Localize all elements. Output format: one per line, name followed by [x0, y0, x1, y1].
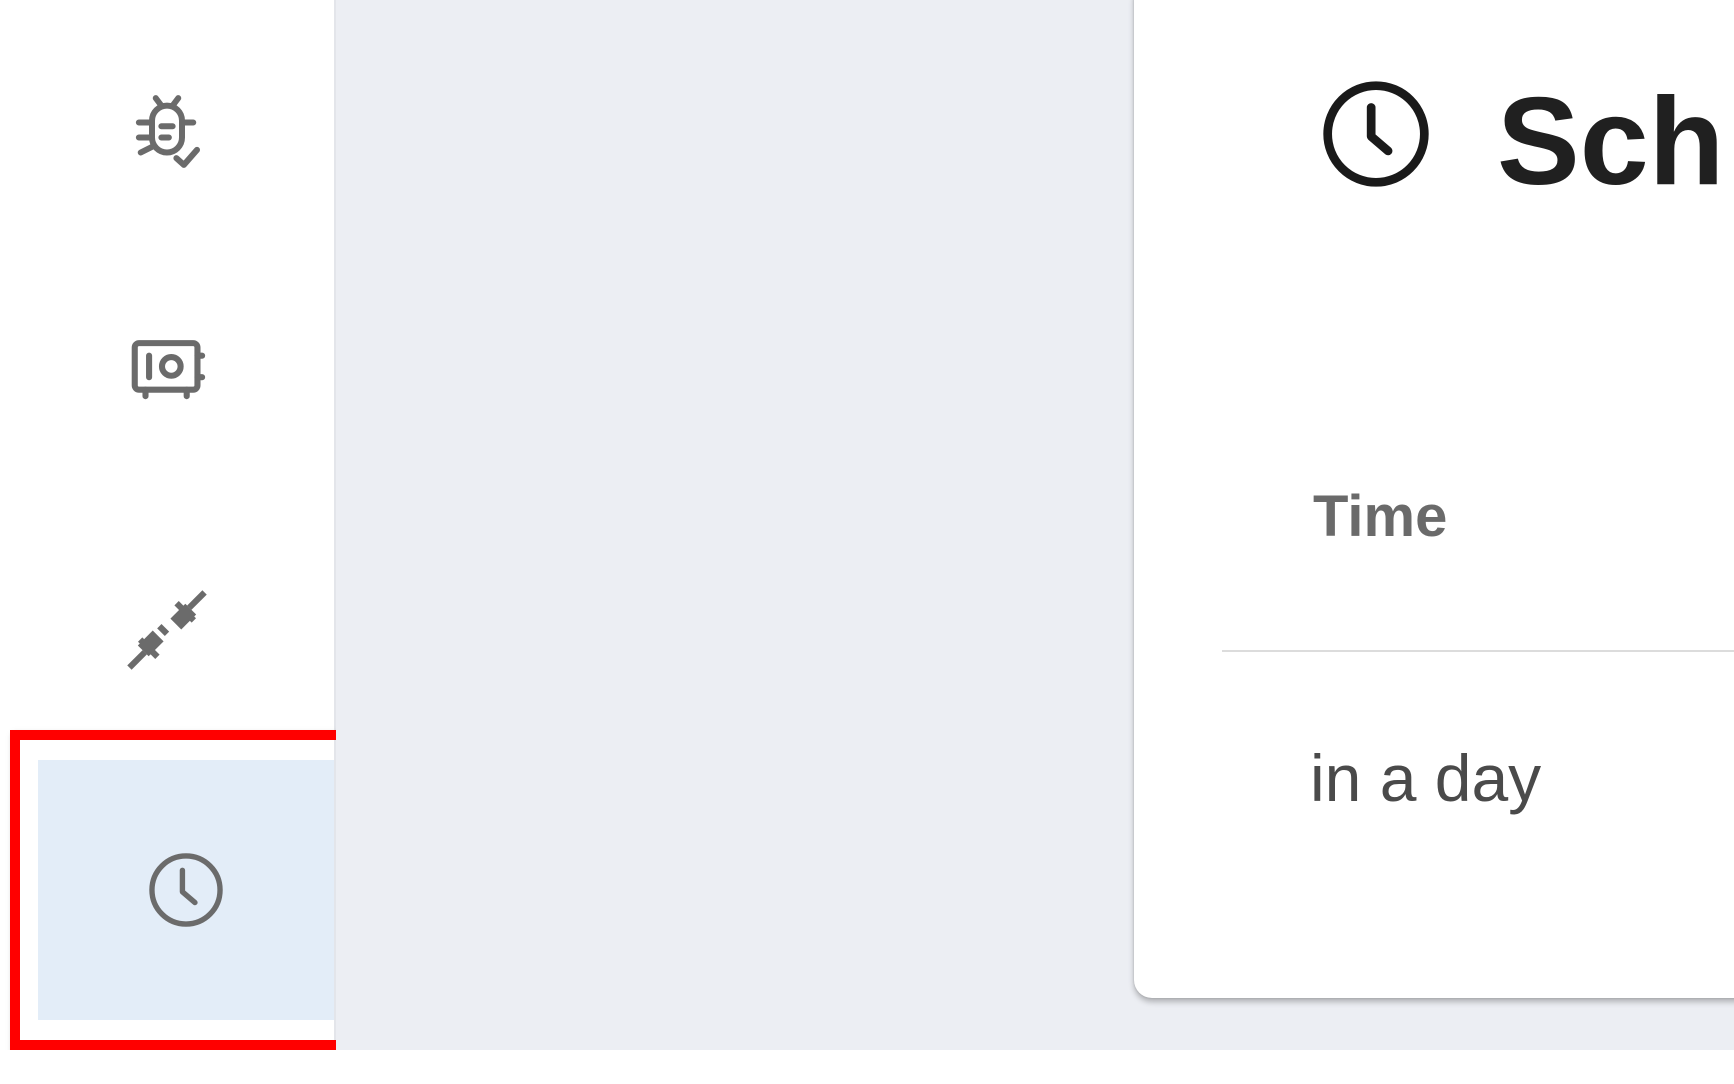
- page-title: Sch: [1497, 73, 1725, 211]
- bottom-strip: [0, 1050, 1734, 1084]
- plug-icon: [127, 590, 207, 670]
- clock-icon: [149, 853, 223, 927]
- sidebar-item-schedules[interactable]: [38, 760, 334, 1020]
- row-divider: [1222, 650, 1734, 652]
- safe-icon: [131, 340, 206, 400]
- sidebar-item-bugs[interactable]: [0, 50, 334, 210]
- sidebar-item-plugins[interactable]: [0, 550, 334, 710]
- bug-check-icon: [135, 95, 200, 168]
- clock-icon: [1323, 81, 1429, 187]
- sidebar-item-safe[interactable]: [0, 290, 334, 450]
- column-header-time: Time: [1313, 484, 1448, 549]
- time-cell: in a day: [1310, 741, 1542, 815]
- sidebar: [0, 0, 336, 1050]
